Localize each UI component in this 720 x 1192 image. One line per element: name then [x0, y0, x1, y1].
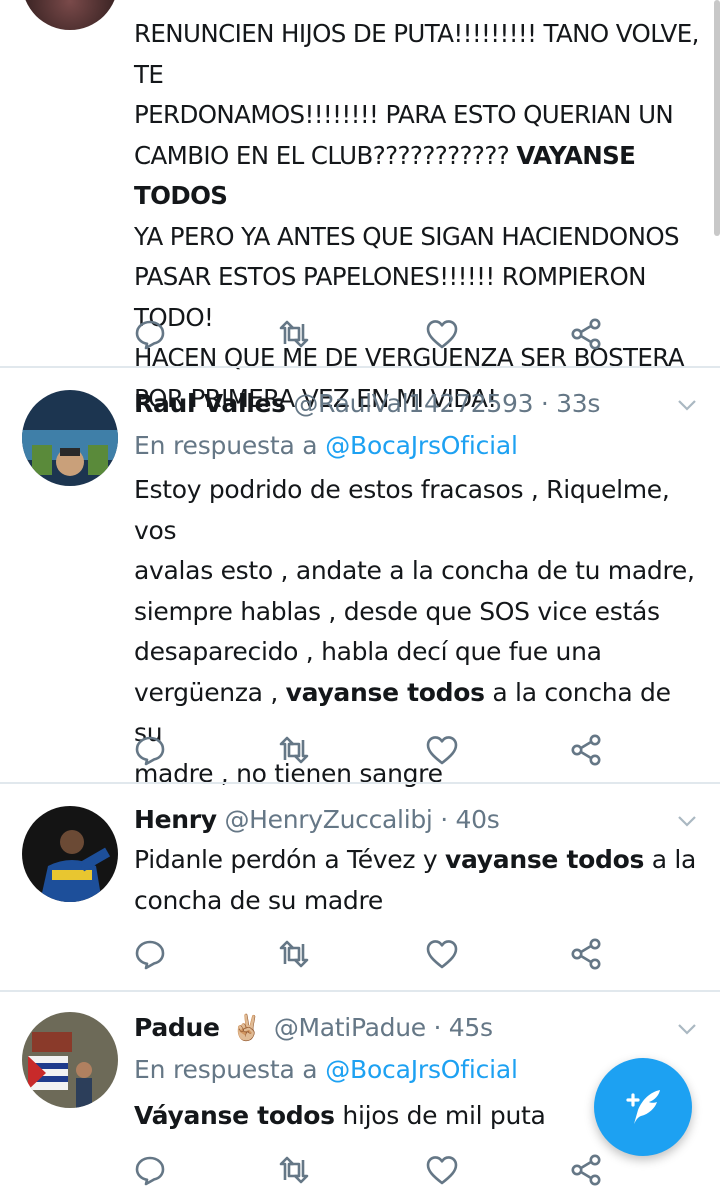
- tweet-2[interactable]: Raul Valles @RaulVal14272593 · 33s En re…: [0, 368, 720, 788]
- tweet-3[interactable]: Henry @HenryZuccalibj · 40s Pidanle perd…: [0, 784, 720, 990]
- share-icon[interactable]: [568, 1152, 604, 1188]
- share-icon[interactable]: [568, 732, 604, 768]
- text-line: PERDONAMOS!!!!!!!! PARA ESTO QUERIAN UN: [134, 100, 674, 129]
- timestamp[interactable]: 40s: [456, 805, 500, 834]
- chevron-down-icon[interactable]: [676, 810, 698, 832]
- avatar[interactable]: [22, 806, 118, 902]
- text-line: siempre hablas , desde que SOS vice está…: [134, 596, 660, 626]
- share-icon[interactable]: [568, 936, 604, 972]
- chevron-down-icon[interactable]: [676, 1018, 698, 1040]
- separator: ·: [440, 805, 448, 834]
- heart-icon[interactable]: [424, 316, 460, 352]
- retweet-icon[interactable]: [276, 732, 312, 768]
- separator: ·: [540, 389, 549, 418]
- timestamp[interactable]: 45s: [449, 1013, 493, 1042]
- reply-icon[interactable]: [132, 936, 168, 972]
- bold-phrase: Váyanse todos: [134, 1101, 335, 1130]
- avatar[interactable]: [22, 0, 118, 30]
- heart-icon[interactable]: [424, 732, 460, 768]
- heart-icon[interactable]: [424, 936, 460, 972]
- tweet-actions: [0, 1150, 720, 1190]
- text-line: concha de su madre: [134, 885, 384, 915]
- reply-context: En respuesta a @BocaJrsOficial: [134, 1050, 518, 1090]
- text-line: CAMBIO EN EL CLUB??????????? VAYANSE TOD…: [134, 140, 636, 211]
- victory-hand-icon: ✌🏼: [231, 1013, 263, 1042]
- tweet-text: RENUNCIEN HIJOS DE PUTA!!!!!!!!! TANO VO…: [134, 14, 704, 419]
- reply-prefix: En respuesta a: [134, 1055, 318, 1084]
- retweet-icon[interactable]: [276, 1152, 312, 1188]
- reply-context: En respuesta a @BocaJrsOficial: [134, 426, 518, 466]
- avatar[interactable]: [22, 1012, 118, 1108]
- text-line: RENUNCIEN HIJOS DE PUTA!!!!!!!!! TANO VO…: [134, 19, 699, 89]
- reply-icon[interactable]: [132, 1152, 168, 1188]
- display-name[interactable]: Henry: [134, 805, 217, 834]
- reply-icon[interactable]: [132, 316, 168, 352]
- bold-phrase: vayanse todos: [444, 845, 645, 874]
- avatar[interactable]: [22, 390, 118, 486]
- tweet-1[interactable]: RENUNCIEN HIJOS DE PUTA!!!!!!!!! TANO VO…: [0, 0, 720, 413]
- display-name[interactable]: Padue: [134, 1013, 220, 1042]
- retweet-icon[interactable]: [276, 936, 312, 972]
- tweet-actions: [0, 730, 720, 770]
- user-handle[interactable]: @HenryZuccalibj: [224, 805, 432, 834]
- text-line: Estoy podrido de estos fracasos , Riquel…: [134, 475, 670, 545]
- text-line: Pidanle perdón a Tévez y vayanse todos a…: [134, 845, 697, 874]
- display-name[interactable]: Raul Valles: [134, 389, 286, 418]
- reply-mention[interactable]: @BocaJrsOficial: [325, 1055, 518, 1084]
- bold-phrase: vayanse todos: [285, 677, 485, 707]
- text-line: avalas esto , andate a la concha de tu m…: [134, 556, 695, 585]
- share-icon[interactable]: [568, 316, 604, 352]
- user-handle[interactable]: @RaulVal14272593: [293, 389, 533, 418]
- tweet-actions: [0, 934, 720, 974]
- tweet-actions: [0, 314, 720, 354]
- tweet-header: Raul Valles @RaulVal14272593 · 33s: [134, 384, 600, 424]
- tweet-text: Pidanle perdón a Tévez y vayanse todos a…: [134, 840, 704, 921]
- heart-icon[interactable]: [424, 1152, 460, 1188]
- chevron-down-icon[interactable]: [676, 394, 698, 416]
- reply-prefix: En respuesta a: [134, 431, 318, 460]
- retweet-icon[interactable]: [276, 316, 312, 352]
- text-line: desaparecido , habla decí que fue una: [134, 637, 602, 666]
- reply-mention[interactable]: @BocaJrsOficial: [325, 431, 518, 460]
- text-line: YA PERO YA ANTES QUE SIGAN HACIENDONOS: [134, 221, 680, 251]
- user-handle[interactable]: @MatiPadue: [274, 1013, 426, 1042]
- reply-icon[interactable]: [132, 732, 168, 768]
- separator: ·: [433, 1013, 442, 1042]
- compose-tweet-icon: [626, 1090, 660, 1124]
- timestamp[interactable]: 33s: [556, 389, 600, 418]
- compose-tweet-button[interactable]: [594, 1058, 692, 1156]
- tweet-header: Henry @HenryZuccalibj · 40s: [134, 800, 500, 840]
- tweet-header: Padue ✌🏼 @MatiPadue · 45s: [134, 1008, 493, 1048]
